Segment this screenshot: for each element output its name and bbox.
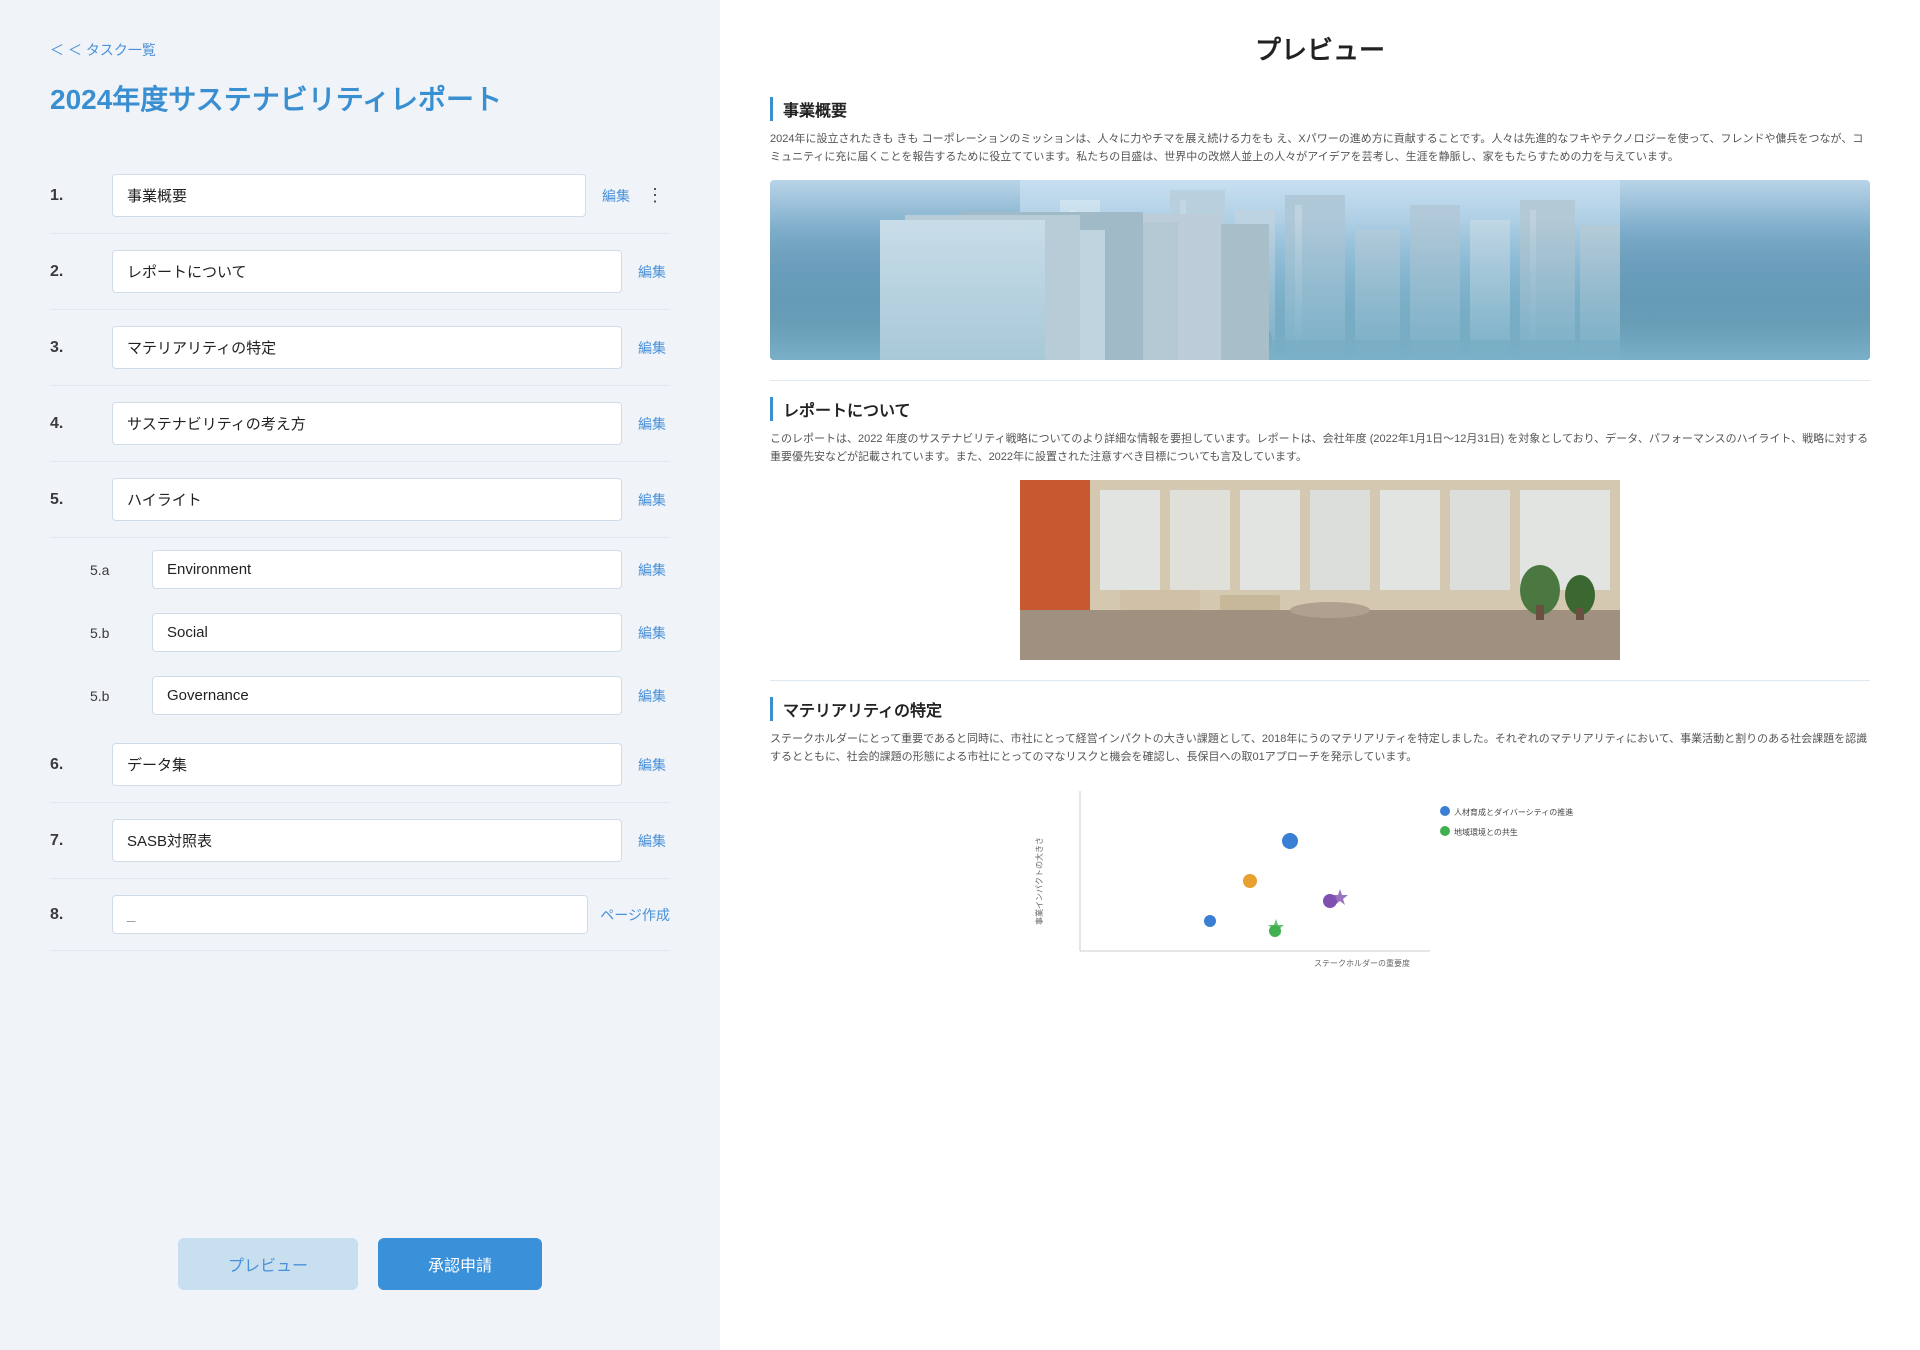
section-item-5b-governance: 5.b Governance 編集	[50, 664, 670, 727]
city-svg	[770, 180, 1870, 360]
edit-button-6[interactable]: 編集	[634, 755, 670, 775]
section-list: 1. 事業概要 編集 ⋮ 2. レポートについて 編集 3. マテリアリティの特…	[50, 158, 670, 951]
svg-text:事業インパクトの大きさ: 事業インパクトの大きさ	[1034, 837, 1044, 925]
preview-text-business: 2024年に設立されたきも きも コーポレーションのミッションは、人々に力やチマ…	[770, 131, 1870, 166]
section-number-1: 1.	[50, 187, 100, 205]
section-number-8: 8.	[50, 906, 100, 924]
section-number-5: 5.	[50, 491, 100, 509]
back-link[interactable]: ＜ ＜ タスク一覧	[50, 40, 670, 60]
section-number-7: 7.	[50, 832, 100, 850]
preview-button[interactable]: プレビュー	[178, 1238, 358, 1290]
edit-button-3[interactable]: 編集	[634, 338, 670, 358]
divider-1	[770, 380, 1870, 381]
section-item-7: 7. SASB対照表 編集	[50, 803, 670, 879]
section-item-5b-social: 5.b Social 編集	[50, 601, 670, 664]
edit-button-1[interactable]: 編集	[598, 186, 634, 206]
section-name-1: 事業概要	[112, 174, 586, 217]
svg-text:地域環境との共生: 地域環境との共生	[1454, 827, 1518, 837]
left-panel: ＜ ＜ タスク一覧 2024年度サステナビリティレポート 1. 事業概要 編集 …	[0, 0, 720, 1350]
section-name-5: ハイライト	[112, 478, 622, 521]
section-name-6: データ集	[112, 743, 622, 786]
approve-button[interactable]: 承認申請	[378, 1238, 542, 1290]
section-item-1: 1. 事業概要 編集 ⋮	[50, 158, 670, 234]
divider-2	[770, 680, 1870, 681]
section-number-4: 4.	[50, 415, 100, 433]
city-building-image	[770, 180, 1870, 360]
chart-svg: 事業インパクトの大きさ ステークホルダーの重要度 人材育成とダイバーシティの推進…	[770, 781, 1870, 981]
section-item-5a: 5.a Environment 編集	[50, 538, 670, 601]
bottom-buttons: プレビュー 承認申請	[50, 1198, 670, 1310]
section-name-8: _	[112, 895, 588, 934]
back-arrow-icon: ＜	[50, 40, 64, 60]
section-item-6: 6. データ集 編集	[50, 727, 670, 803]
edit-button-7[interactable]: 編集	[634, 831, 670, 851]
edit-button-4[interactable]: 編集	[634, 414, 670, 434]
section-name-3: マテリアリティの特定	[112, 326, 622, 369]
preview-section-title-materiality: マテリアリティの特定	[770, 697, 1870, 721]
edit-button-5b-governance[interactable]: 編集	[634, 686, 670, 706]
section-name-2: レポートについて	[112, 250, 622, 293]
section-name-5b-social: Social	[152, 613, 622, 652]
section-number-5b-governance: 5.b	[90, 688, 140, 704]
section-item-4: 4. サステナビリティの考え方 編集	[50, 386, 670, 462]
more-button-1[interactable]: ⋮	[646, 185, 670, 206]
page-title: 2024年度サステナビリティレポート	[50, 78, 670, 118]
materiality-chart: 事業インパクトの大きさ ステークホルダーの重要度 人材育成とダイバーシティの推進…	[770, 781, 1870, 981]
section-name-5a: Environment	[152, 550, 622, 589]
back-link-label: ＜ タスク一覧	[68, 40, 156, 60]
edit-button-2[interactable]: 編集	[634, 262, 670, 282]
preview-text-report: このレポートは、2022 年度のサステナビリティ戦略についてのより詳細な情報を要…	[770, 431, 1870, 466]
section-number-5b-social: 5.b	[90, 625, 140, 641]
svg-text:人材育成とダイバーシティの推進: 人材育成とダイバーシティの推進	[1454, 807, 1573, 817]
section-item-5: 5. ハイライト 編集	[50, 462, 670, 538]
preview-title: プレビュー	[770, 30, 1870, 67]
section-item-3: 3. マテリアリティの特定 編集	[50, 310, 670, 386]
preview-section-title-business: 事業概要	[770, 97, 1870, 121]
section-item-2: 2. レポートについて 編集	[50, 234, 670, 310]
svg-text:ステークホルダーの重要度: ステークホルダーの重要度	[1314, 958, 1410, 968]
preview-image-city	[770, 180, 1870, 360]
section-number-2: 2.	[50, 263, 100, 281]
section-number-5a: 5.a	[90, 562, 140, 578]
section-name-7: SASB対照表	[112, 819, 622, 862]
preview-image-office	[770, 480, 1870, 660]
right-panel: プレビュー 事業概要 2024年に設立されたきも きも コーポレーションのミッシ…	[720, 0, 1920, 1350]
edit-button-5a[interactable]: 編集	[634, 560, 670, 580]
edit-button-5[interactable]: 編集	[634, 490, 670, 510]
preview-section-title-report: レポートについて	[770, 397, 1870, 421]
section-name-4: サステナビリティの考え方	[112, 402, 622, 445]
edit-button-5b-social[interactable]: 編集	[634, 623, 670, 643]
section-name-5b-governance: Governance	[152, 676, 622, 715]
section-number-3: 3.	[50, 339, 100, 357]
section-item-8: 8. _ ページ作成	[50, 879, 670, 951]
preview-text-materiality: ステークホルダーにとって重要であると同時に、市社にとって経営インパクトの大きい課…	[770, 731, 1870, 766]
create-page-button[interactable]: ページ作成	[600, 905, 670, 925]
section-number-6: 6.	[50, 756, 100, 774]
office-svg	[770, 480, 1870, 660]
